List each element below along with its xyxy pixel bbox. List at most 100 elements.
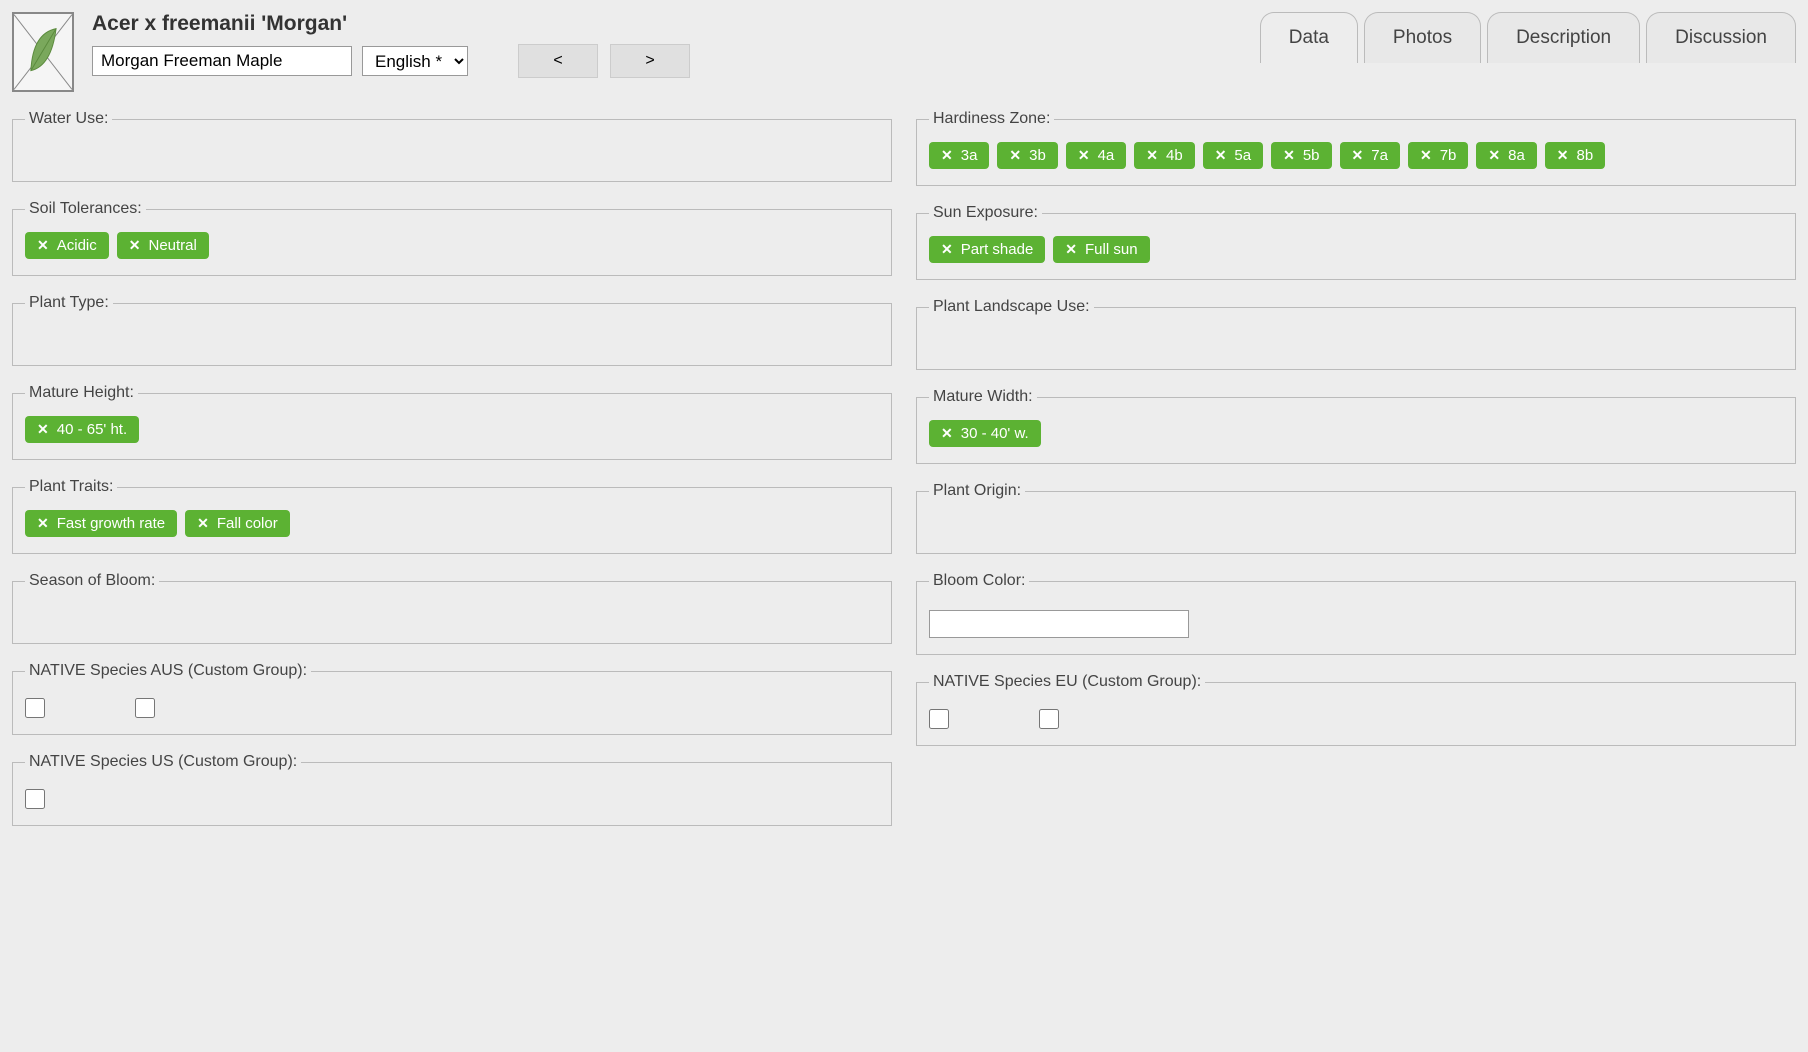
tag-30-40-w[interactable]: ✕30 - 40' w. xyxy=(929,420,1041,447)
field-legend: Plant Type: xyxy=(25,294,113,312)
field-native-species-eu-custom-group: NATIVE Species EU (Custom Group): xyxy=(916,673,1796,746)
tag-4a[interactable]: ✕ 4a xyxy=(1066,142,1126,169)
remove-tag-icon[interactable]: ✕ xyxy=(1283,147,1295,164)
tab-data[interactable]: Data xyxy=(1260,12,1358,63)
tag-label: 40 - 65' ht. xyxy=(57,421,127,438)
tag-label: 7a xyxy=(1371,147,1388,164)
field-legend: Bloom Color: xyxy=(929,572,1029,590)
field-legend: Plant Origin: xyxy=(929,482,1025,500)
tag-label: 8b xyxy=(1577,147,1594,164)
field-bloom-color: Bloom Color: xyxy=(916,572,1796,655)
checkbox[interactable] xyxy=(135,698,155,718)
tag-7b[interactable]: ✕ 7b xyxy=(1408,142,1468,169)
nav-prev-button[interactable]: < xyxy=(518,44,598,78)
right-column: Hardiness Zone:✕3a✕3b✕4a✕4b✕5a✕5b✕7a✕7b✕… xyxy=(916,110,1796,826)
field-sun-exposure: Sun Exposure: ✕ Part shade ✕ Full sun xyxy=(916,204,1796,280)
remove-tag-icon[interactable]: ✕ xyxy=(1420,147,1432,164)
checkbox[interactable] xyxy=(25,789,45,809)
remove-tag-icon[interactable]: ✕ xyxy=(37,515,49,532)
field-native-species-us-custom-group: NATIVE Species US (Custom Group): xyxy=(12,753,892,826)
tag-label: Part shade xyxy=(961,241,1034,258)
field-legend: Soil Tolerances: xyxy=(25,200,146,218)
tag-label: Fast growth rate xyxy=(57,515,165,532)
tag-label: Neutral xyxy=(148,237,196,254)
field-water-use: Water Use: xyxy=(12,110,892,182)
tag-3b[interactable]: ✕3b xyxy=(997,142,1057,169)
remove-tag-icon[interactable]: ✕ xyxy=(1488,147,1500,164)
field-hardiness-zone: Hardiness Zone:✕3a✕3b✕4a✕4b✕5a✕5b✕7a✕7b✕… xyxy=(916,110,1796,186)
tag-label: 7b xyxy=(1440,147,1457,164)
field-soil-tolerances: Soil Tolerances:✕Acidic✕Neutral xyxy=(12,200,892,276)
tab-discussion[interactable]: Discussion xyxy=(1646,12,1796,63)
title-section: Acer x freemanii 'Morgan' English * < > xyxy=(92,12,690,78)
field-legend: NATIVE Species EU (Custom Group): xyxy=(929,673,1205,691)
nav-next-button[interactable]: > xyxy=(610,44,690,78)
remove-tag-icon[interactable]: ✕ xyxy=(1215,147,1227,164)
remove-tag-icon[interactable]: ✕ xyxy=(1009,147,1021,164)
tag-label: 3a xyxy=(961,147,978,164)
checkbox[interactable] xyxy=(1039,709,1059,729)
remove-tag-icon[interactable]: ✕ xyxy=(941,241,953,258)
remove-tag-icon[interactable]: ✕ xyxy=(1352,147,1364,164)
tab-description[interactable]: Description xyxy=(1487,12,1640,63)
tag-part-shade[interactable]: ✕ Part shade xyxy=(929,236,1045,263)
tag-fall-color[interactable]: ✕Fall color xyxy=(185,510,290,537)
tag-full-sun[interactable]: ✕ Full sun xyxy=(1053,236,1149,263)
tag-40-65-ht[interactable]: ✕ 40 - 65' ht. xyxy=(25,416,139,443)
tag-4b[interactable]: ✕ 4b xyxy=(1134,142,1194,169)
plant-thumbnail xyxy=(12,12,74,92)
remove-tag-icon[interactable]: ✕ xyxy=(37,421,49,438)
remove-tag-icon[interactable]: ✕ xyxy=(1065,241,1077,258)
tag-list: ✕30 - 40' w. xyxy=(929,420,1783,447)
tag-5a[interactable]: ✕ 5a xyxy=(1203,142,1263,169)
remove-tag-icon[interactable]: ✕ xyxy=(941,425,953,442)
tag-fast-growth-rate[interactable]: ✕ Fast growth rate xyxy=(25,510,177,537)
tag-label: 4b xyxy=(1166,147,1183,164)
common-name-input[interactable] xyxy=(92,46,352,76)
field-legend: Plant Traits: xyxy=(25,478,117,496)
remove-tag-icon[interactable]: ✕ xyxy=(941,147,953,164)
remove-tag-icon[interactable]: ✕ xyxy=(197,515,209,532)
form-columns: Water Use:Soil Tolerances:✕Acidic✕Neutra… xyxy=(12,110,1796,826)
field-legend: Plant Landscape Use: xyxy=(929,298,1094,316)
checkbox[interactable] xyxy=(929,709,949,729)
field-plant-landscape-use: Plant Landscape Use: xyxy=(916,298,1796,370)
remove-tag-icon[interactable]: ✕ xyxy=(1146,147,1158,164)
checkbox-group xyxy=(25,694,879,718)
tabs: Data Photos Description Discussion xyxy=(1260,12,1796,63)
tag-label: 5b xyxy=(1303,147,1320,164)
tag-list: ✕ Fast growth rate ✕Fall color xyxy=(25,510,879,537)
field-legend: Sun Exposure: xyxy=(929,204,1042,222)
title-controls: English * < > xyxy=(92,44,690,78)
tag-8a[interactable]: ✕ 8a xyxy=(1476,142,1536,169)
tag-label: 4a xyxy=(1098,147,1115,164)
checkbox-group xyxy=(929,705,1783,729)
field-legend: NATIVE Species AUS (Custom Group): xyxy=(25,662,311,680)
field-season-of-bloom: Season of Bloom: xyxy=(12,572,892,644)
tab-photos[interactable]: Photos xyxy=(1364,12,1481,63)
bloom-color-input[interactable] xyxy=(929,610,1189,638)
field-native-species-aus-custom-group: NATIVE Species AUS (Custom Group): xyxy=(12,662,892,735)
field-plant-origin: Plant Origin: xyxy=(916,482,1796,554)
checkbox-group xyxy=(25,785,879,809)
tag-label: 5a xyxy=(1234,147,1251,164)
tag-label: 8a xyxy=(1508,147,1525,164)
tag-label: Full sun xyxy=(1085,241,1138,258)
remove-tag-icon[interactable]: ✕ xyxy=(37,237,49,254)
tag-acidic[interactable]: ✕Acidic xyxy=(25,232,109,259)
field-legend: Hardiness Zone: xyxy=(929,110,1054,128)
field-legend: Mature Width: xyxy=(929,388,1037,406)
language-select[interactable]: English * xyxy=(362,46,468,76)
remove-tag-icon[interactable]: ✕ xyxy=(1557,147,1569,164)
tag-7a[interactable]: ✕ 7a xyxy=(1340,142,1400,169)
tag-3a[interactable]: ✕ 3a xyxy=(929,142,989,169)
tag-neutral[interactable]: ✕ Neutral xyxy=(117,232,209,259)
remove-tag-icon[interactable]: ✕ xyxy=(129,237,141,254)
tag-5b[interactable]: ✕ 5b xyxy=(1271,142,1331,169)
field-legend: Water Use: xyxy=(25,110,112,128)
remove-tag-icon[interactable]: ✕ xyxy=(1078,147,1090,164)
checkbox[interactable] xyxy=(25,698,45,718)
tag-8b[interactable]: ✕ 8b xyxy=(1545,142,1605,169)
header-bar: Acer x freemanii 'Morgan' English * < > … xyxy=(12,12,1796,92)
tag-list: ✕3a✕3b✕4a✕4b✕5a✕5b✕7a✕7b✕8a✕8b xyxy=(929,142,1783,169)
